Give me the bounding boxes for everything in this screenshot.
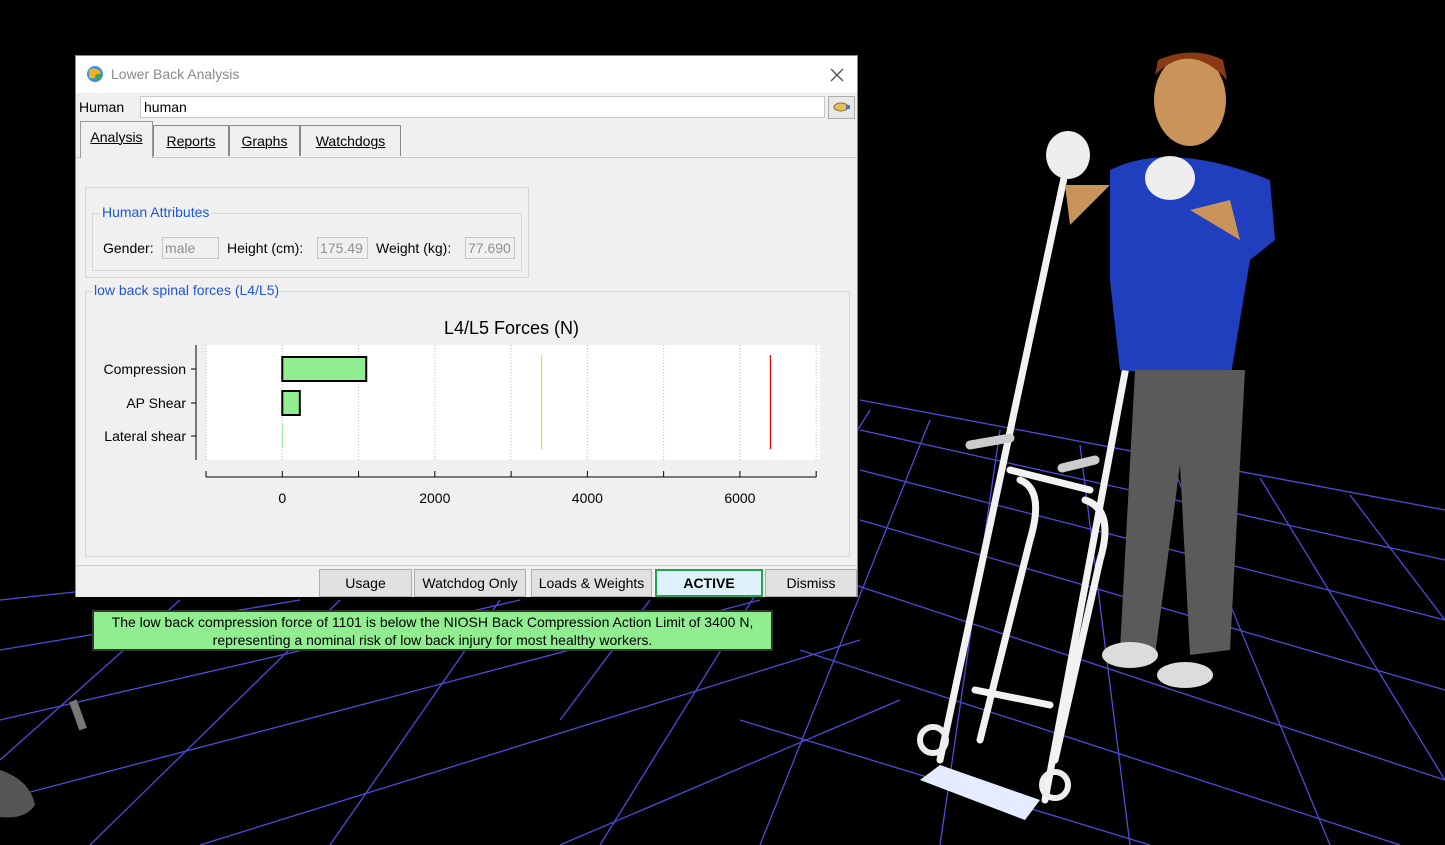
tab-analysis[interactable]: Analysis: [80, 121, 153, 158]
close-icon[interactable]: [826, 64, 848, 86]
analysis-panel: Human Attributes Gender: male Height (cm…: [76, 157, 857, 651]
human-picker-button[interactable]: [828, 96, 855, 119]
weight-field: 77.690: [465, 237, 515, 259]
tab-watchdogs[interactable]: Watchdogs: [300, 125, 401, 156]
gender-field: male: [162, 237, 219, 259]
weight-label: Weight (kg):: [376, 240, 452, 256]
human-input[interactable]: [140, 96, 825, 118]
tab-reports[interactable]: Reports: [153, 125, 229, 156]
y-tick-label: Compression: [104, 361, 186, 377]
bar: [281, 390, 301, 416]
dismiss-button[interactable]: Dismiss: [765, 569, 857, 597]
niosh-message: The low back compression force of 1101 i…: [92, 610, 773, 651]
message-line-2: representing a nominal risk of low back …: [212, 632, 653, 648]
pointer-hand-icon: [833, 102, 850, 112]
loads-weights-button[interactable]: Loads & Weights: [531, 569, 652, 597]
button-row: Usage Watchdog Only Loads & Weights ACTI…: [76, 565, 857, 597]
bar: [281, 356, 368, 382]
y-tick-label: AP Shear: [126, 395, 186, 411]
window-title: Lower Back Analysis: [111, 66, 240, 82]
chart-title: L4/L5 Forces (N): [444, 318, 580, 338]
human-attributes-legend: Human Attributes: [100, 204, 212, 220]
usage-button[interactable]: Usage: [319, 569, 412, 597]
height-field: 175.49: [317, 237, 368, 259]
y-tick-label: Lateral shear: [104, 428, 186, 444]
x-tick-label: 4000: [572, 490, 603, 506]
watchdog-only-button[interactable]: Watchdog Only: [414, 569, 526, 597]
l4-l5-forces-chart: Compression AP Shear Lateral shear 0 2000 400…: [104, 345, 820, 506]
x-tick-label: 2000: [419, 490, 450, 506]
message-line-1: The low back compression force of 1101 i…: [111, 614, 754, 630]
x-tick-label: 6000: [724, 490, 755, 506]
gender-label: Gender:: [103, 240, 154, 256]
human-attributes-group: [92, 213, 522, 271]
height-label: Height (cm):: [227, 240, 304, 256]
human-row: Human: [76, 94, 857, 120]
tab-graphs[interactable]: Graphs: [229, 125, 300, 156]
title-bar[interactable]: Lower Back Analysis: [76, 56, 857, 93]
x-tick-label: 0: [278, 490, 286, 506]
lower-back-analysis-dialog: Lower Back Analysis Human Analysis Repor…: [75, 55, 858, 651]
human-label: Human: [79, 99, 125, 115]
active-button[interactable]: ACTIVE: [655, 569, 763, 597]
app-globe-icon: [87, 66, 103, 82]
spinal-forces-legend: low back spinal forces (L4/L5): [92, 282, 282, 298]
